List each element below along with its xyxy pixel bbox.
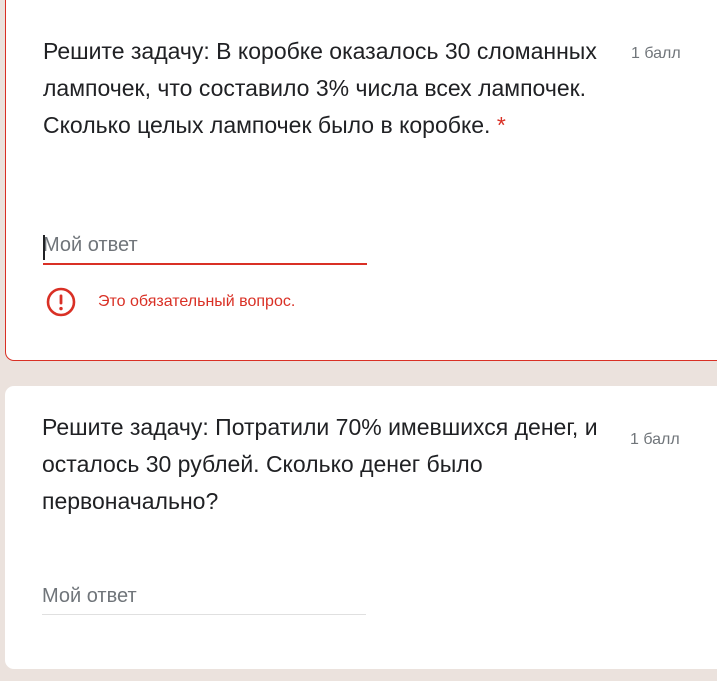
answer-input[interactable] (43, 234, 367, 265)
points-label: 1 балл (631, 45, 681, 62)
question-text: Решите задачу: Потратили 70% имевшихся д… (42, 414, 598, 514)
question-text: Решите задачу: В коробке оказалось 30 сл… (43, 38, 597, 138)
points-label: 1 балл (630, 431, 680, 448)
question-title: Решите задачу: В коробке оказалось 30 сл… (43, 33, 623, 144)
error-message: Это обязательный вопрос. (98, 293, 296, 310)
answer-input[interactable] (42, 585, 366, 615)
text-cursor (43, 235, 45, 260)
question-card-1: Решите задачу: В коробке оказалось 30 сл… (5, 0, 717, 361)
question-card-2: Решите задачу: Потратили 70% имевшихся д… (5, 386, 717, 669)
question-title: Решите задачу: Потратили 70% имевшихся д… (42, 409, 622, 520)
required-asterisk: * (496, 112, 506, 138)
validation-error: Это обязательный вопрос. (45, 286, 295, 318)
error-circle-icon (46, 287, 76, 317)
